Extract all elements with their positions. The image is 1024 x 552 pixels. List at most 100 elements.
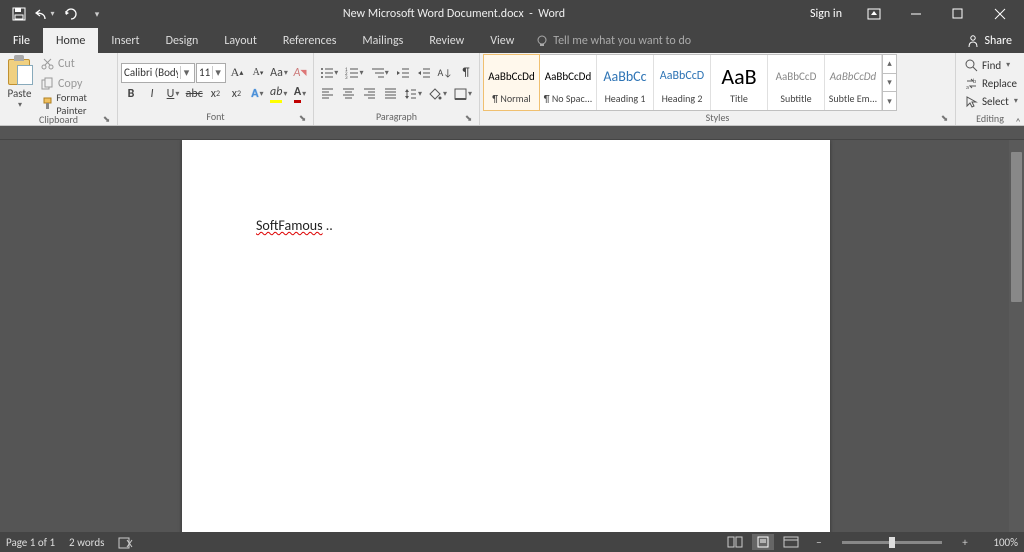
tab-layout[interactable]: Layout (211, 28, 270, 53)
tab-design[interactable]: Design (153, 28, 212, 53)
document-name: New Microsoft Word Document.docx (343, 7, 524, 21)
paste-button[interactable]: Paste▾ (3, 54, 36, 110)
zoom-slider[interactable] (842, 541, 942, 544)
font-name-combo[interactable]: Calibri (Body)▾ (121, 63, 195, 83)
decrease-indent-button[interactable] (393, 63, 413, 82)
gallery-more-button[interactable]: ▾ (883, 92, 896, 110)
tab-insert[interactable]: Insert (98, 28, 152, 53)
ruler-area (0, 126, 1024, 140)
font-dialog-launcher[interactable]: ⬊ (296, 112, 309, 125)
bold-button[interactable]: B (121, 84, 141, 103)
shrink-font-button[interactable]: A▾ (248, 63, 268, 82)
save-button[interactable] (8, 3, 30, 25)
scrollbar-thumb[interactable] (1011, 152, 1022, 302)
underline-button[interactable]: U▾ (163, 84, 183, 103)
italic-button[interactable]: I (142, 84, 162, 103)
collapse-ribbon-button[interactable]: ˄ (1015, 116, 1021, 129)
ribbon-tabs: File Home Insert Design Layout Reference… (0, 28, 1024, 53)
redo-button[interactable] (60, 3, 82, 25)
share-icon (966, 34, 980, 48)
maximize-button[interactable] (938, 0, 978, 28)
share-button[interactable]: Share (954, 28, 1024, 53)
gallery-down-button[interactable]: ▾ (883, 74, 896, 93)
cursor-icon (965, 95, 978, 108)
page-indicator[interactable]: Page 1 of 1 (6, 536, 55, 549)
tell-me-search[interactable]: Tell me what you want to do (527, 28, 954, 53)
read-mode-button[interactable] (724, 534, 746, 550)
align-left-button[interactable] (317, 84, 337, 103)
group-clipboard: Paste▾ Cut Copy Format Painter Clipboard… (0, 53, 118, 125)
replace-icon: ab (965, 77, 978, 90)
style-item---no-spac---[interactable]: AaBbCcDd¶ No Spac... (540, 55, 597, 110)
zoom-out-button[interactable]: − (808, 534, 830, 550)
tab-mailings[interactable]: Mailings (349, 28, 416, 53)
format-painter-button[interactable]: Format Painter (38, 94, 114, 113)
bullets-button[interactable]: ▾ (317, 63, 341, 82)
tab-view[interactable]: View (477, 28, 527, 53)
gallery-up-button[interactable]: ▴ (883, 55, 896, 74)
clear-formatting-button[interactable]: A◥ (290, 63, 310, 82)
numbering-button[interactable]: 123▾ (342, 63, 366, 82)
highlight-button[interactable]: ab▾ (268, 84, 289, 103)
line-spacing-button[interactable]: ▾ (401, 84, 425, 103)
app-name: Word (538, 7, 565, 21)
multilevel-list-button[interactable]: ▾ (368, 63, 392, 82)
clipboard-dialog-launcher[interactable]: ⬊ (100, 113, 113, 126)
quick-access-toolbar: ▾ ▾ (0, 3, 108, 25)
style-item-subtle-em---[interactable]: AaBbCcDdSubtle Em... (825, 55, 882, 110)
styles-dialog-launcher[interactable]: ⬊ (938, 112, 951, 125)
web-layout-button[interactable] (780, 534, 802, 550)
select-button[interactable]: Select▾ (961, 92, 1022, 110)
subscript-button[interactable]: x2 (205, 84, 225, 103)
cut-button[interactable]: Cut (38, 54, 110, 73)
change-case-button[interactable]: Aa▾ (269, 63, 289, 82)
strikethrough-button[interactable]: abc (184, 84, 204, 103)
vertical-scrollbar[interactable] (1009, 140, 1024, 532)
style-item-heading-2[interactable]: AaBbCcDHeading 2 (654, 55, 711, 110)
ribbon: Paste▾ Cut Copy Format Painter Clipboard… (0, 53, 1024, 126)
document-text[interactable]: SoftFamous .. (256, 217, 333, 234)
close-button[interactable] (980, 0, 1020, 28)
styles-gallery: AaBbCcDd¶ NormalAaBbCcDd¶ No Spac...AaBb… (483, 54, 897, 111)
group-paragraph: ▾ 123▾ ▾ A↓ ¶ ▾ ▾ ▾ Paragraph⬊ (314, 53, 480, 125)
tab-home[interactable]: Home (43, 28, 98, 53)
text-effects-button[interactable]: A▾ (247, 84, 267, 103)
find-button[interactable]: Find▾ (961, 56, 1022, 74)
title-bar: ▾ ▾ New Microsoft Word Document.docx - W… (0, 0, 1024, 28)
font-color-button[interactable]: A▾ (290, 84, 310, 103)
word-count[interactable]: 2 words (69, 536, 104, 549)
customize-qat-button[interactable]: ▾ (86, 3, 108, 25)
document-page[interactable]: SoftFamous .. (182, 140, 830, 532)
tab-file[interactable]: File (0, 28, 43, 53)
show-marks-button[interactable]: ¶ (456, 63, 476, 82)
justify-button[interactable] (380, 84, 400, 103)
minimize-button[interactable] (896, 0, 936, 28)
zoom-level[interactable]: 100% (982, 536, 1018, 549)
group-font: Calibri (Body)▾ 11▾ A▴ A▾ Aa▾ A◥ B I U▾ … (118, 53, 314, 125)
align-center-button[interactable] (338, 84, 358, 103)
replace-button[interactable]: abReplace (961, 74, 1022, 92)
print-layout-button[interactable] (752, 534, 774, 550)
zoom-in-button[interactable]: + (954, 534, 976, 550)
increase-indent-button[interactable] (414, 63, 434, 82)
style-item-heading-1[interactable]: AaBbCcHeading 1 (597, 55, 654, 110)
scissors-icon (41, 57, 54, 70)
style-item-subtitle[interactable]: AaBbCcDSubtitle (768, 55, 825, 110)
tab-review[interactable]: Review (416, 28, 477, 53)
borders-button[interactable]: ▾ (451, 84, 475, 103)
sign-in-button[interactable]: Sign in (800, 7, 852, 21)
spellcheck-status-icon[interactable] (118, 536, 134, 549)
superscript-button[interactable]: x2 (226, 84, 246, 103)
align-right-button[interactable] (359, 84, 379, 103)
ribbon-display-button[interactable] (854, 0, 894, 28)
tab-references[interactable]: References (270, 28, 350, 53)
font-size-combo[interactable]: 11▾ (196, 63, 226, 83)
grow-font-button[interactable]: A▴ (227, 63, 247, 82)
style-item-title[interactable]: AaBTitle (711, 55, 768, 110)
misspelled-word[interactable]: SoftFamous (256, 217, 323, 234)
paragraph-dialog-launcher[interactable]: ⬊ (462, 112, 475, 125)
style-item---normal[interactable]: AaBbCcDd¶ Normal (483, 54, 540, 111)
undo-button[interactable]: ▾ (34, 3, 56, 25)
shading-button[interactable]: ▾ (426, 84, 450, 103)
sort-button[interactable]: A↓ (435, 63, 455, 82)
